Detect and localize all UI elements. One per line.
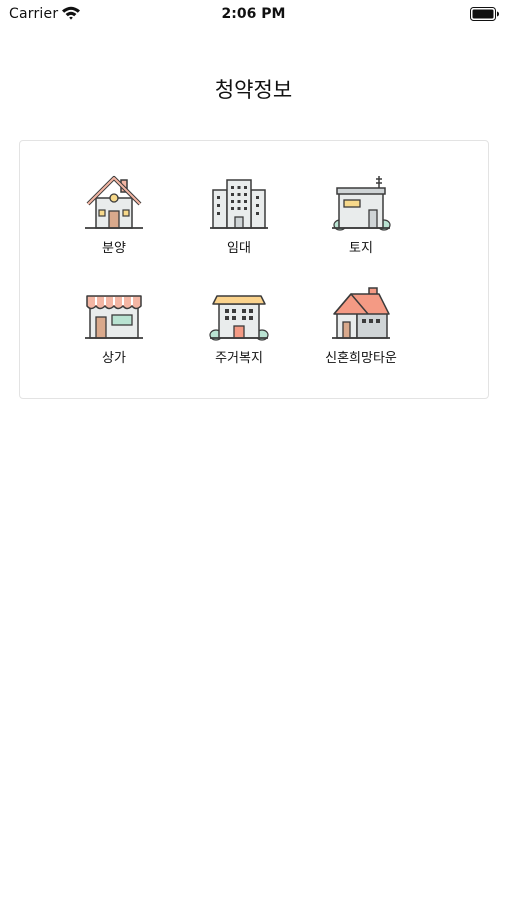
- menu-item-label: 상가: [102, 351, 126, 366]
- newlywed-town-icon: [331, 284, 391, 342]
- menu-item-sale[interactable]: 분양: [54, 174, 174, 266]
- shop-icon: [84, 284, 144, 342]
- menu-item-newlywed-hope-town[interactable]: 신혼희망타운: [301, 284, 421, 376]
- house-icon: [84, 174, 144, 232]
- menu-item-label: 주거복지: [215, 351, 263, 366]
- menu-item-label: 분양: [102, 241, 126, 256]
- apartment-icon: [209, 174, 269, 232]
- clock: 2:06 PM: [221, 6, 286, 22]
- housing-menu-card: 분양 임대 토지 상가 주거복지 신혼희망타운: [19, 140, 489, 399]
- menu-item-store[interactable]: 상가: [54, 284, 174, 376]
- menu-item-label: 신혼희망타운: [325, 351, 397, 366]
- page-title: 청약정보: [214, 78, 293, 102]
- land-icon: [331, 174, 391, 232]
- housing-welfare-icon: [209, 284, 269, 342]
- status-bar: Carrier 2:06 PM: [0, 0, 507, 28]
- menu-item-land[interactable]: 토지: [301, 174, 421, 266]
- menu-item-label: 토지: [349, 241, 373, 256]
- battery-icon: [470, 6, 500, 21]
- menu-item-housing-welfare[interactable]: 주거복지: [179, 284, 299, 376]
- menu-item-label: 임대: [227, 241, 251, 256]
- menu-item-rental[interactable]: 임대: [179, 174, 299, 266]
